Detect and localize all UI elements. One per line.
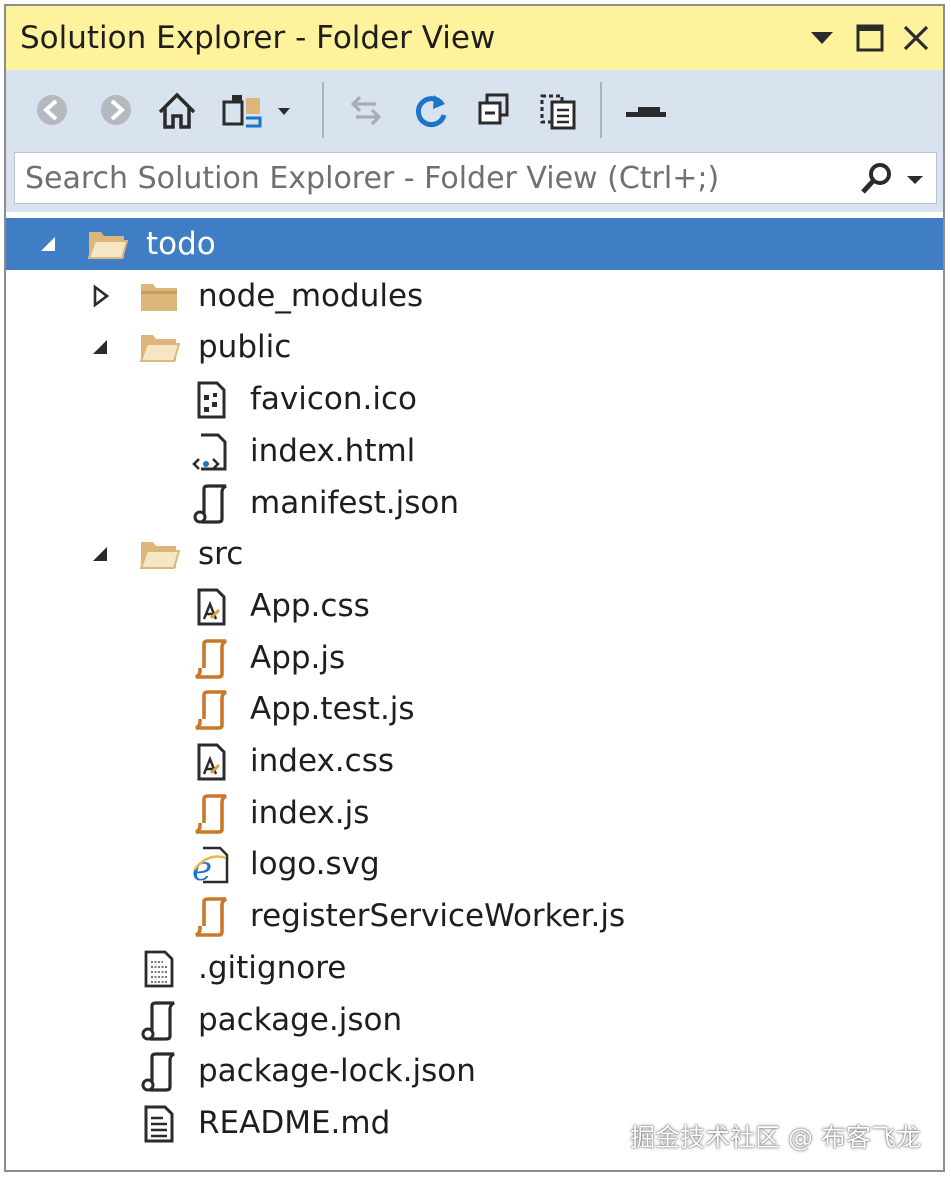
show-all-files-button[interactable] — [532, 82, 584, 138]
folder-open-icon — [86, 224, 129, 266]
tree-item-label: src — [198, 536, 244, 573]
arrow-right-circle-icon — [101, 95, 131, 125]
tree-item-label: todo — [146, 226, 216, 262]
tree-item-label: README.md — [198, 1104, 391, 1141]
maximize-icon — [856, 24, 884, 52]
folder-open-icon — [138, 327, 181, 369]
maximize-button[interactable] — [850, 18, 890, 58]
collapse-all-icon — [478, 93, 509, 125]
tree-row-src[interactable]: src — [6, 528, 943, 580]
dropdown-arrow-icon — [811, 32, 833, 44]
js-file-icon — [190, 793, 232, 835]
tree-row-todo[interactable]: todo — [6, 218, 943, 270]
sync-button[interactable] — [340, 82, 392, 138]
search-icon — [861, 163, 891, 194]
tree-item-label: public — [198, 329, 292, 366]
tree-item-label: index.html — [250, 432, 416, 469]
css-file-icon — [190, 741, 232, 783]
folder-closed-icon — [138, 276, 180, 318]
tree-item-label: .gitignore — [198, 949, 347, 986]
tree-row-app-css[interactable]: App.css — [6, 580, 943, 632]
search-row: Search Solution Explorer - Folder View (… — [6, 152, 943, 212]
tree-row-index-js[interactable]: index.js — [6, 787, 943, 839]
refresh-icon — [415, 95, 447, 128]
home-button[interactable] — [150, 82, 202, 138]
window-title: Solution Explorer - Folder View — [20, 20, 496, 56]
collapse-all-button[interactable] — [468, 82, 520, 138]
show-all-files-icon — [540, 94, 576, 130]
tree-row-favicon-ico[interactable]: favicon.ico — [6, 373, 943, 425]
close-button[interactable] — [896, 18, 936, 58]
tree-row-app-test-js[interactable]: App.test.js — [6, 683, 943, 735]
expanded-arrow-icon[interactable] — [88, 333, 114, 361]
tree-item-label: package-lock.json — [198, 1053, 476, 1090]
tree-item-label: App.test.js — [250, 691, 415, 728]
tree-item-label: registerServiceWorker.js — [250, 898, 626, 935]
tree-row-manifest-json[interactable]: manifest.json — [6, 477, 943, 529]
search-placeholder: Search Solution Explorer - Folder View (… — [25, 161, 720, 196]
tree-row-gitignore[interactable]: .gitignore — [6, 942, 943, 994]
tree-row-logo-svg[interactable]: e logo.svg — [6, 838, 943, 890]
css-file-icon — [190, 586, 232, 628]
tree-item-label: index.js — [250, 794, 370, 831]
markdown-file-icon — [138, 1103, 180, 1145]
tree-item-label: App.css — [250, 587, 370, 624]
toolbar-separator — [600, 82, 602, 138]
expanded-arrow-icon[interactable] — [88, 540, 114, 568]
close-icon — [903, 25, 929, 51]
back-button[interactable] — [26, 82, 78, 138]
home-icon — [158, 92, 196, 129]
tree-row-package-lock-json[interactable]: package-lock.json — [6, 1045, 943, 1097]
js-file-icon — [190, 638, 232, 680]
tree-item-label: favicon.ico — [250, 381, 418, 418]
window-position-dropdown-button[interactable] — [802, 18, 842, 58]
json-file-icon — [138, 1000, 180, 1042]
search-button[interactable] — [856, 161, 896, 197]
properties-icon — [626, 107, 666, 117]
text-file-icon — [138, 948, 180, 990]
toolbar — [6, 70, 943, 152]
arrow-left-circle-icon — [37, 95, 67, 125]
tree-row-index-css[interactable]: index.css — [6, 735, 943, 787]
switch-views-icon — [222, 95, 290, 128]
tree-row-registerserviceworker-js[interactable]: registerServiceWorker.js — [6, 890, 943, 942]
tree-item-label: manifest.json — [250, 484, 459, 521]
solution-explorer-window: Solution Explorer - Folder View Search S… — [4, 4, 945, 1172]
search-input[interactable]: Search Solution Explorer - Folder View (… — [14, 152, 937, 204]
file-tree: todo node_modulespublic favicon.ico index.h… — [6, 218, 943, 1170]
tree-item-label: App.js — [250, 639, 346, 676]
title-bar: Solution Explorer - Folder View — [6, 6, 943, 70]
tree-row-public[interactable]: public — [6, 321, 943, 373]
js-file-icon — [190, 689, 232, 731]
tree-item-label: logo.svg — [250, 846, 380, 883]
tree-row-app-js[interactable]: App.js — [6, 632, 943, 684]
js-file-icon — [190, 896, 232, 938]
tree-item-label: index.css — [250, 743, 395, 779]
sync-arrows-icon — [350, 95, 382, 126]
refresh-button[interactable] — [404, 82, 456, 138]
json-file-icon — [190, 483, 232, 525]
json-file-icon — [138, 1051, 180, 1093]
expanded-arrow-icon[interactable] — [36, 230, 62, 258]
search-options-dropdown[interactable] — [902, 165, 928, 193]
watermark: 掘金技术社区 @ 布客飞龙 — [630, 1123, 921, 1152]
tree-row-package-json[interactable]: package.json — [6, 994, 943, 1046]
svg-file-icon: e — [190, 844, 232, 889]
forward-button[interactable] — [90, 82, 142, 138]
switch-views-button[interactable] — [214, 82, 300, 138]
tree-item-label: node_modules — [198, 277, 424, 314]
chevron-down-icon — [907, 176, 923, 184]
properties-button[interactable] — [618, 82, 670, 138]
ico-file-icon — [190, 379, 232, 421]
html-file-icon — [190, 431, 232, 473]
folder-open-icon — [138, 534, 181, 576]
collapsed-arrow-icon[interactable] — [88, 282, 114, 310]
tree-item-label: package.json — [198, 1001, 403, 1038]
tree-row-index-html[interactable]: index.html — [6, 425, 943, 477]
tree-row-node-modules[interactable]: node_modules — [6, 270, 943, 322]
toolbar-separator — [322, 82, 324, 138]
